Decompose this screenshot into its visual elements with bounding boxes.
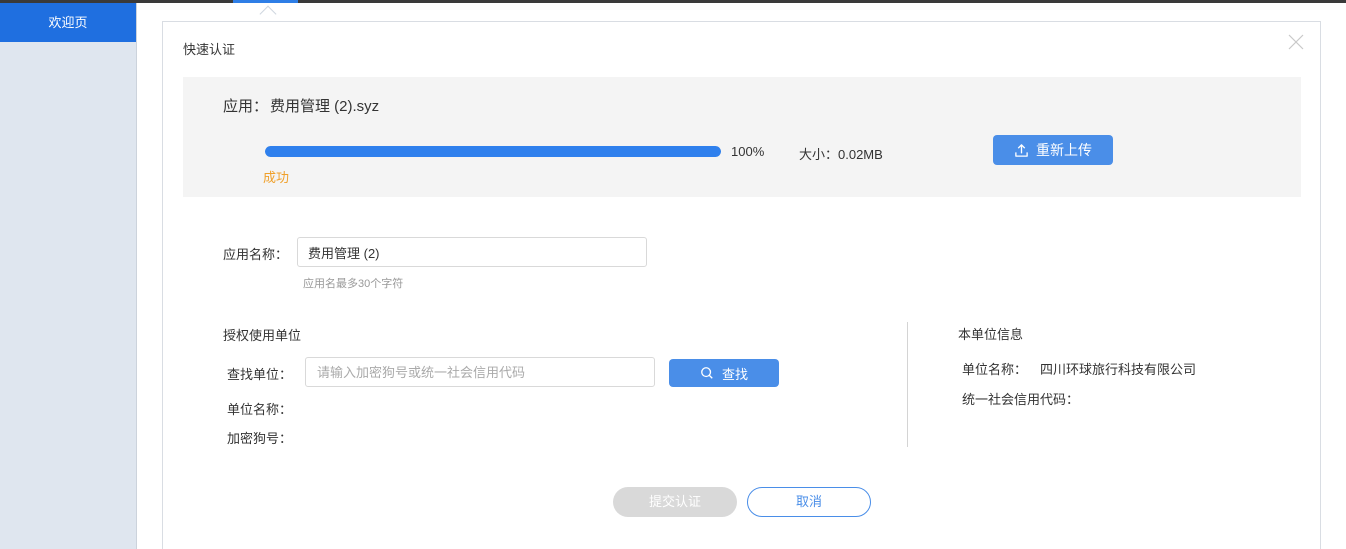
app-file-label: 应用： (223, 98, 269, 115)
upload-panel: 应用： 费用管理 (2).syz 100% 大小：0.02MB 成功 重新上传 (183, 77, 1301, 197)
uploaded-file: 应用： 费用管理 (2).syz (223, 95, 379, 116)
app-file-name: 费用管理 (2).syz (270, 98, 380, 115)
upload-progress-bar (265, 146, 721, 157)
upload-status: 成功 (263, 170, 290, 185)
app-name-hint: 应用名最多30个字符 (303, 278, 404, 290)
upload-progress-text: 100% (731, 144, 765, 159)
search-unit-label: 查找单位： (227, 367, 293, 382)
app-name-label: 应用名称： (223, 247, 289, 262)
upload-progress-fill (265, 146, 721, 157)
close-icon[interactable] (1286, 32, 1306, 52)
cancel-button[interactable]: 取消 (747, 487, 871, 517)
quick-auth-dialog: 快速认证 应用： 费用管理 (2).syz 100% 大小：0.02MB 成功 重… (162, 21, 1321, 549)
dongle-number-label: 加密狗号： (227, 431, 293, 446)
submit-auth-button[interactable]: 提交认证 (613, 487, 737, 517)
authorized-unit-title: 授权使用单位 (223, 328, 302, 343)
file-size: 大小：0.02MB (799, 147, 883, 162)
search-button[interactable]: 查找 (669, 359, 779, 387)
sidebar-item-welcome[interactable]: 欢迎页 (0, 3, 136, 42)
own-unit-title: 本单位信息 (958, 327, 1024, 342)
unit-name-label: 单位名称： (227, 402, 293, 417)
reupload-button-label: 重新上传 (1036, 142, 1092, 158)
reupload-button[interactable]: 重新上传 (993, 135, 1113, 165)
search-button-label: 查找 (721, 366, 748, 382)
sidebar: 欢迎页 (0, 3, 137, 549)
search-icon (701, 367, 713, 379)
own-unit-name-value: 四川环球旅行科技有限公司 (1040, 362, 1197, 377)
own-unit-name-label: 单位名称： (962, 362, 1028, 377)
upload-icon (1015, 143, 1028, 157)
section-divider (907, 322, 908, 447)
dialog-title: 快速认证 (183, 42, 236, 57)
own-credit-code-label: 统一社会信用代码： (962, 392, 1080, 407)
search-unit-input[interactable] (305, 357, 655, 387)
app-name-input[interactable] (297, 237, 647, 267)
